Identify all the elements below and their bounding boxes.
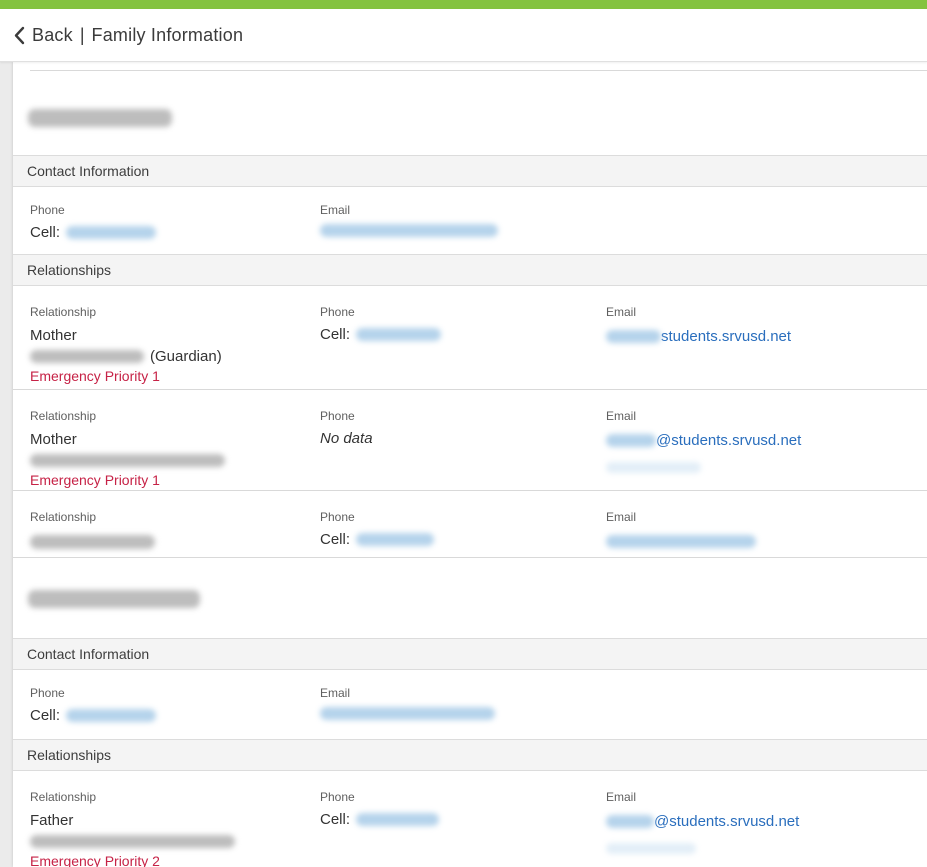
email-label: Email [606,510,927,524]
cell-prefix: Cell: [320,811,350,828]
phone-label: Phone [30,686,320,700]
person-name-redacted [28,590,200,608]
email-prefix-redacted[interactable] [606,815,654,828]
contact-information-header: Contact Information [13,155,927,187]
email-column: Email [320,686,927,739]
email-prefix-redacted[interactable] [606,330,661,343]
contact-info-row: Phone Cell: Email [13,670,927,739]
relationship-type: Mother [30,326,320,346]
phone-label: Phone [320,790,606,804]
contact-information-label: Contact Information [27,163,149,179]
app-accent-bar [0,0,927,9]
header-separator: | [80,25,85,46]
email-label: Email [606,790,927,804]
emergency-priority-badge: Emergency Priority 1 [30,368,320,385]
relationship-label: Relationship [30,305,320,319]
emergency-priority-badge: Emergency Priority 1 [30,472,320,489]
contact-information-label: Contact Information [27,646,149,662]
guardian-note: (Guardian) [150,348,222,365]
relationship-label: Relationship [30,790,320,804]
phone-label: Phone [320,305,606,319]
phone-link-redacted[interactable] [66,226,156,239]
relation-name-redacted [30,835,235,848]
relationships-label: Relationships [27,262,111,278]
page-body: Contact Information Phone Cell: Email Re… [0,62,927,867]
cell-prefix: Cell: [320,531,350,548]
phone-label: Phone [30,203,320,217]
contact-info-row: Phone Cell: Email [13,187,927,254]
relationships-header: Relationships [13,739,927,771]
relationship-row: Relationship Father Emergency Priority 2… [13,771,927,867]
email-label: Email [320,203,927,217]
email-label: Email [320,686,927,700]
relationship-row: Relationship Phone Cell: Email [13,491,927,558]
relationship-label: Relationship [30,409,320,423]
section-divider [30,70,927,71]
relationships-label: Relationships [27,747,111,763]
phone-column: Phone Cell: [30,203,320,254]
phone-link-redacted[interactable] [66,709,156,722]
secondary-email-redacted [606,462,701,473]
email-label: Email [606,305,927,319]
relationship-row: Relationship Mother (Guardian) Emergency… [13,286,927,390]
email-link-redacted[interactable] [320,224,498,237]
phone-link-redacted[interactable] [356,813,439,826]
relationship-label: Relationship [30,510,320,524]
phone-link-redacted[interactable] [356,533,434,546]
cell-prefix: Cell: [320,326,350,343]
email-label: Email [606,409,927,423]
page-header: Back | Family Information [0,9,927,62]
email-link-redacted[interactable] [320,707,495,720]
cell-prefix: Cell: [30,224,60,241]
back-label[interactable]: Back [32,25,73,46]
email-link[interactable]: @students.srvusd.net [656,432,801,449]
relationship-type-redacted [30,535,155,549]
email-prefix-redacted[interactable] [606,434,656,447]
phone-no-data: No data [320,430,373,447]
phone-link-redacted[interactable] [356,328,441,341]
back-button[interactable]: Back [12,25,73,46]
contact-information-header: Contact Information [13,638,927,670]
email-column: Email [320,203,927,254]
relationship-type: Mother [30,430,320,450]
phone-label: Phone [320,409,606,423]
secondary-email-redacted [606,843,696,854]
email-link[interactable]: students.srvusd.net [661,328,791,345]
relationship-type: Father [30,811,320,831]
relation-name-redacted [30,350,144,363]
email-link[interactable]: @students.srvusd.net [654,813,799,830]
cell-prefix: Cell: [30,707,60,724]
family-info-card: Contact Information Phone Cell: Email Re… [13,62,927,867]
phone-label: Phone [320,510,606,524]
emergency-priority-badge: Emergency Priority 2 [30,853,320,867]
person-name-redacted [28,109,172,127]
chevron-left-icon [12,26,27,45]
email-link-redacted[interactable] [606,535,756,548]
relationship-row: Relationship Mother Emergency Priority 1… [13,390,927,491]
phone-column: Phone Cell: [30,686,320,739]
page-title: Family Information [92,25,244,46]
relation-name-redacted [30,454,225,467]
relationships-header: Relationships [13,254,927,286]
